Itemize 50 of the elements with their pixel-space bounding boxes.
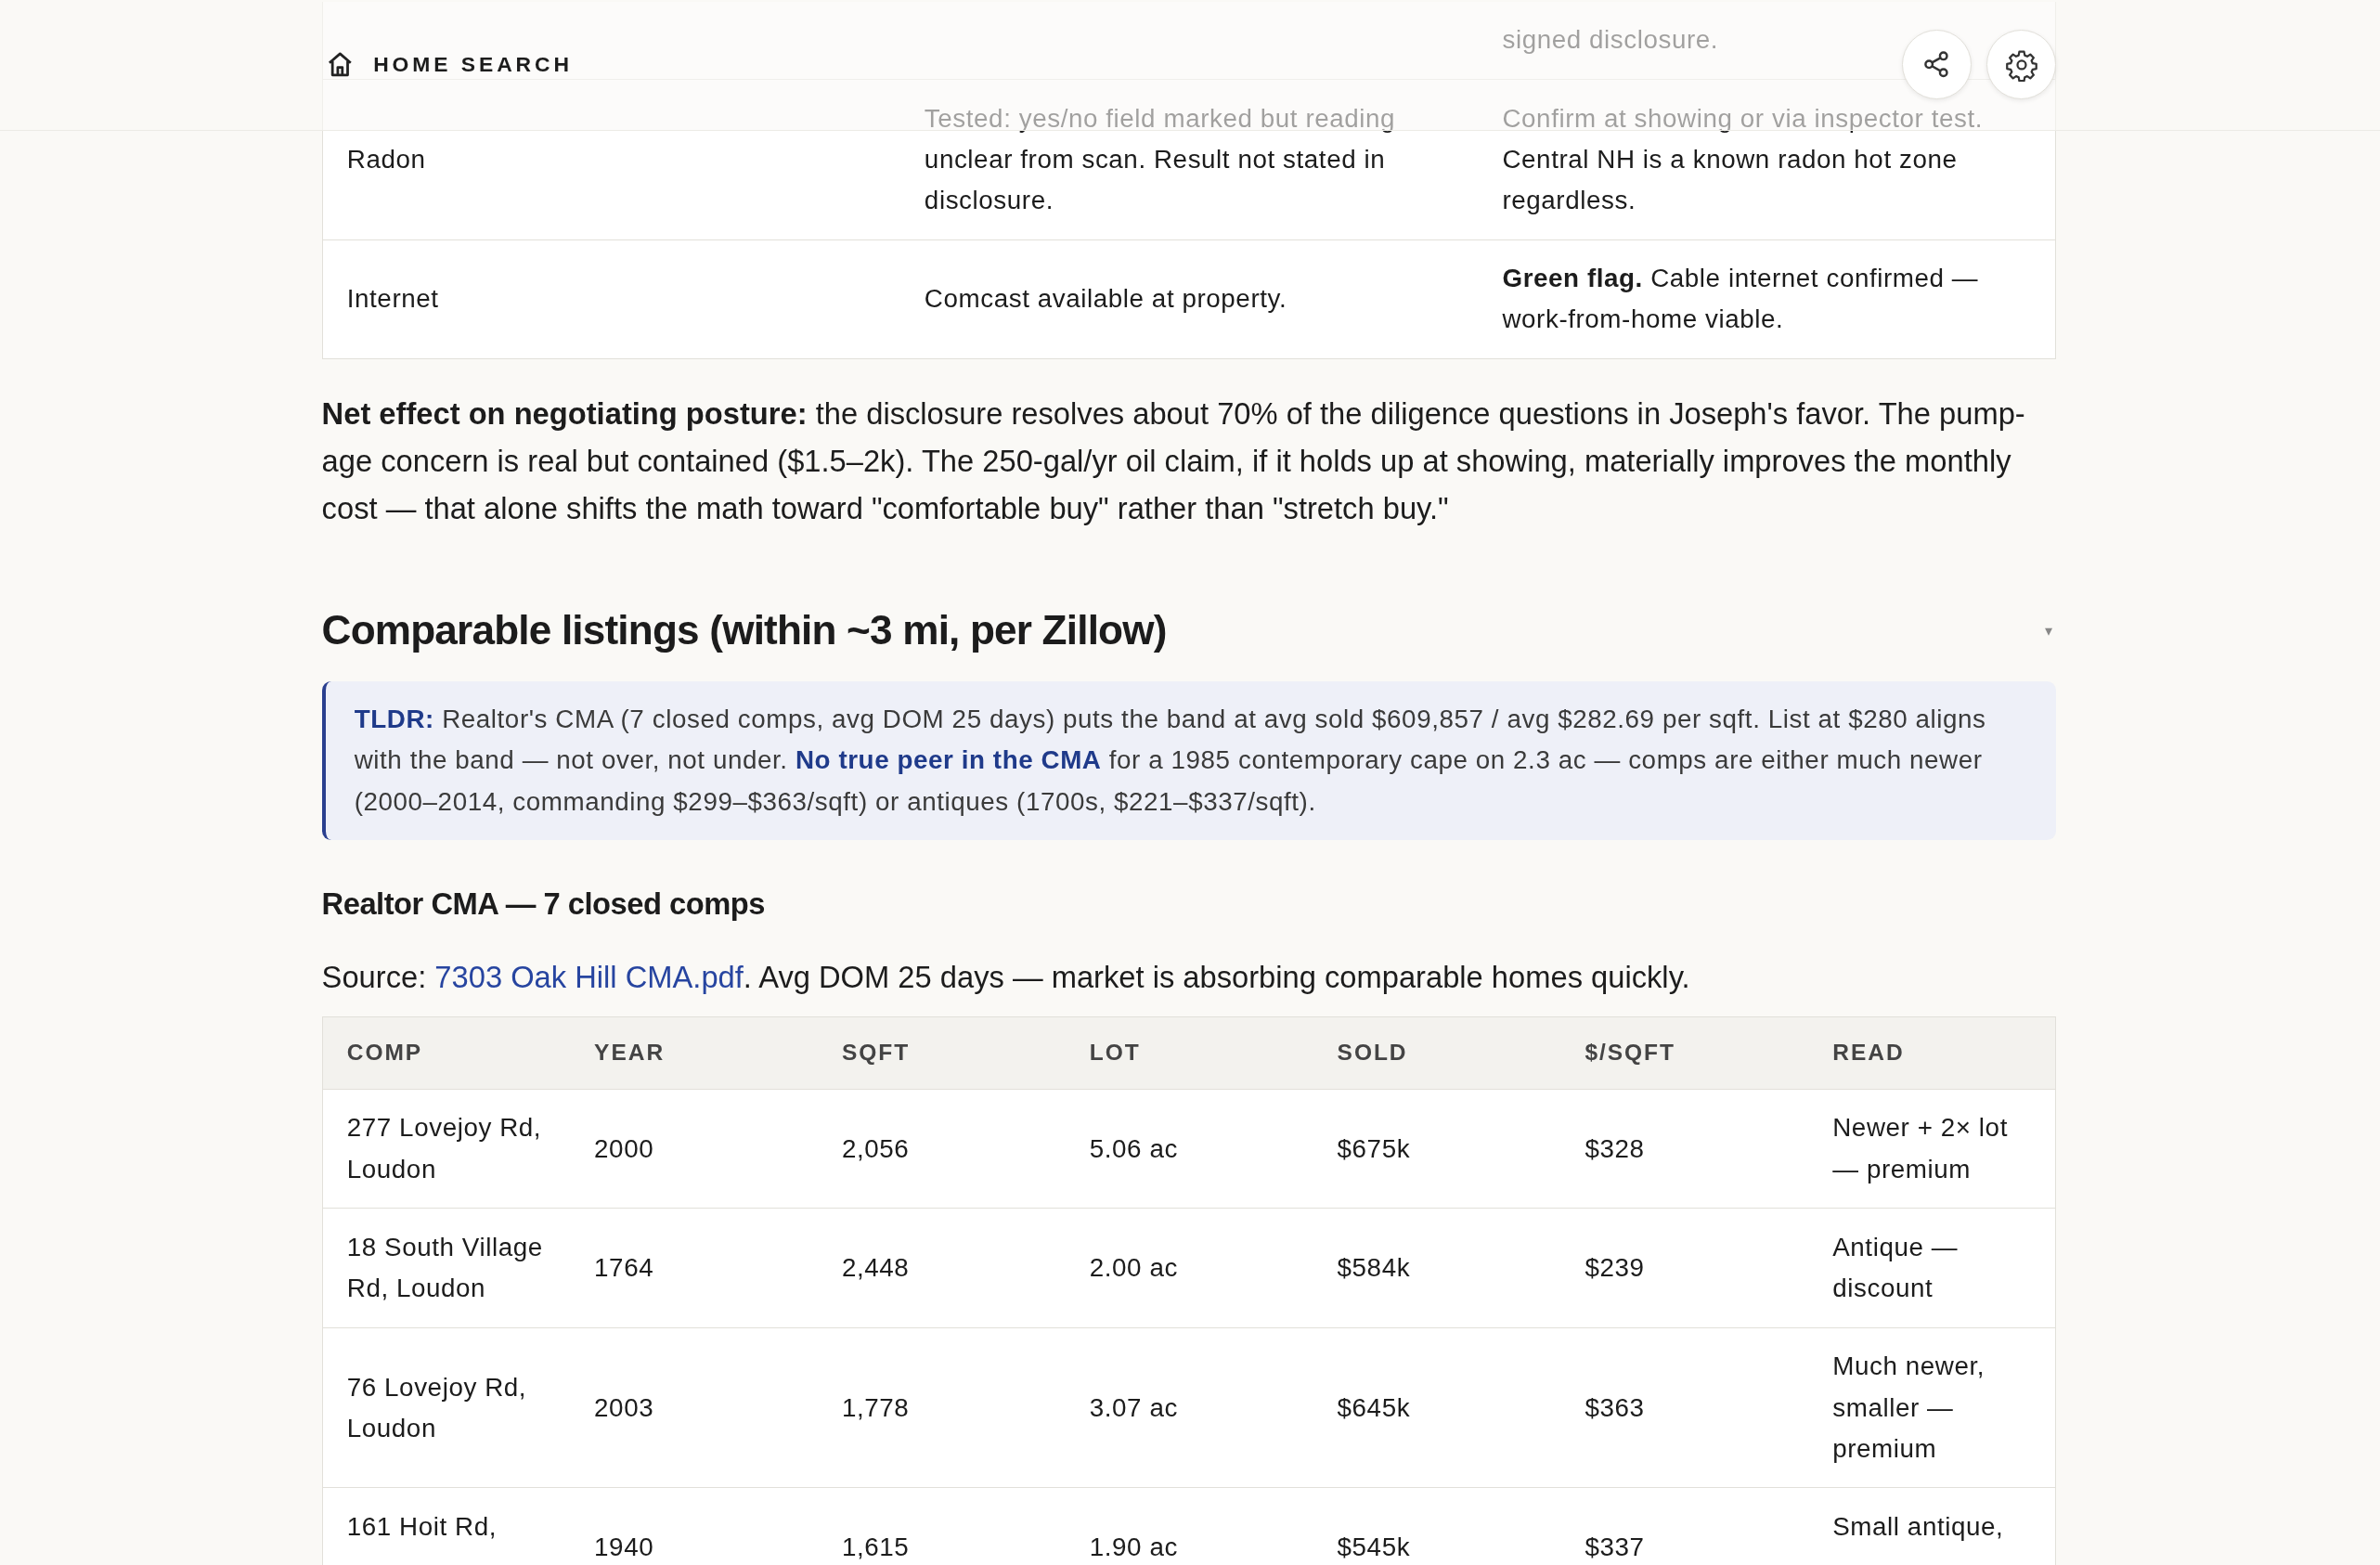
- column-header: YEAR: [594, 1040, 666, 1066]
- table-cell: 2000: [594, 1133, 654, 1163]
- table-cell: 161 Hoit Rd,: [346, 1512, 498, 1542]
- app-title: HOME SEARCH: [373, 52, 573, 78]
- table-cell: $337: [1585, 1533, 1645, 1562]
- table-cell: $675k: [1337, 1133, 1411, 1163]
- tldr-text: TLDR: Realtor's CMA (7 closed comps, avg DOM 25 days) puts the band at avg sold $609,857 / avg $282.69 per sqft. List at $280 aligns with the band — not over, not under. No true peer in the CMA for a 1985 contemporary cape on 2.3 ac — comps are either much newer (2000–2014, commanding $299–$363/sqft) or antiques (1700s, $221–$337/sqft).: [354, 705, 1986, 816]
- column-header: LOT: [1089, 1040, 1141, 1066]
- table-cell: Radon: [346, 144, 426, 174]
- table-cell: 3.07 ac: [1089, 1392, 1178, 1422]
- table-cell: Internet: [346, 284, 439, 314]
- table-cell: $363: [1585, 1392, 1645, 1422]
- table-cell: 1764: [594, 1253, 654, 1282]
- source-label: Source:: [321, 959, 427, 994]
- table-cell: 76 Lovejoy Rd, Loudon: [346, 1372, 527, 1442]
- table-cell: $645k: [1337, 1392, 1411, 1422]
- table-cell: 18 South Village Rd, Loudon: [346, 1232, 543, 1303]
- table-cell: 5.06 ac: [1089, 1133, 1178, 1163]
- table-cell: $545k: [1337, 1533, 1411, 1562]
- summary-paragraph: Net effect on negotiating posture: the disclosure resolves about 70% of the diligence questions in Joseph's favor. The pump-age concern is real but contained ($1.5–2k). The 250-gal/yr oil claim, if it holds up at showing, materially improves the monthly cost — that alone shifts the math toward "comfortable buy" rather than "stretch buy.": [321, 395, 2026, 527]
- column-header: COMP: [346, 1040, 423, 1066]
- table-cell: Tested: yes/no field marked but reading unclear from scan. Result not stated in disclosure.: [924, 103, 1396, 214]
- table-cell: 2,448: [841, 1253, 910, 1282]
- table-cell: Antique — discount: [1832, 1232, 1959, 1303]
- column-header: READ: [1832, 1040, 1905, 1066]
- table-cell: Comcast available at property.: [924, 284, 1287, 314]
- table-cell: 1940: [594, 1533, 654, 1562]
- table-cell: 1,778: [841, 1392, 910, 1422]
- table-cell: signed disclosure.: [1502, 25, 1719, 55]
- table-cell: $328: [1585, 1133, 1645, 1163]
- table-cell: 2.00 ac: [1089, 1253, 1178, 1282]
- subsection-heading: Realtor CMA — 7 closed comps: [321, 886, 766, 924]
- source-text: . Avg DOM 25 days — market is absorbing comparable homes quickly.: [743, 959, 1690, 994]
- table-cell: Newer + 2× lot — premium: [1832, 1113, 2008, 1183]
- column-header: SQFT: [841, 1040, 911, 1066]
- table-cell: 1.90 ac: [1089, 1533, 1178, 1562]
- column-header: SOLD: [1337, 1040, 1408, 1066]
- table-cell: $239: [1585, 1253, 1645, 1282]
- table-cell: 2003: [594, 1392, 654, 1422]
- section-heading: Comparable listings (within ~3 mi, per Zillow): [321, 606, 1167, 655]
- table-cell: 1,615: [841, 1533, 910, 1562]
- table-cell: 277 Lovejoy Rd, Loudon: [346, 1113, 542, 1183]
- table-cell: $584k: [1337, 1253, 1411, 1282]
- table-cell: 2,056: [841, 1133, 910, 1163]
- table-cell: Green flag. Cable internet confirmed — work-from-home viable.: [1502, 264, 1979, 334]
- column-header: $/SQFT: [1585, 1040, 1675, 1066]
- pdf-link[interactable]: 7303 Oak Hill CMA.pdf: [434, 959, 744, 994]
- table-cell: Small antique,: [1832, 1512, 2004, 1542]
- table-cell: Much newer, smaller — premium: [1832, 1352, 1985, 1463]
- table-cell: Confirm at showing or via inspector test. Central NH is a known radon hot zone regardless.: [1502, 103, 1983, 214]
